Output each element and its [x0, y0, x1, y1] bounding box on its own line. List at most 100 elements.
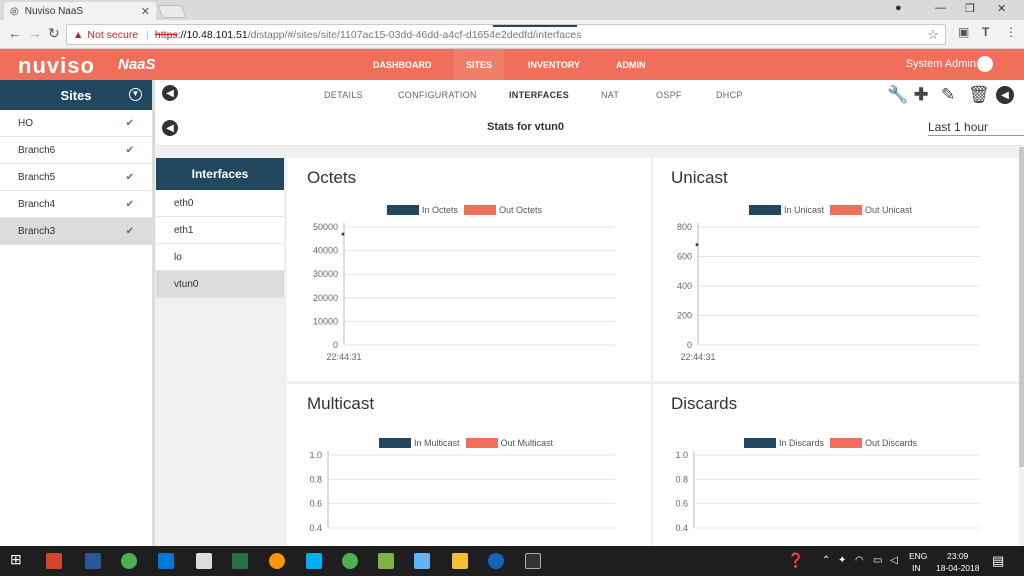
tab-details[interactable]: DETAILS: [324, 90, 363, 100]
address-bar[interactable]: ▲ Not secure | https ://10.48.101.51 /di…: [66, 24, 946, 45]
minimize-icon[interactable]: —: [935, 2, 946, 14]
check-icon: ✔: [125, 198, 134, 210]
url-path: /distapp/#/sites/site/1107ac15-03dd-46dd…: [247, 28, 582, 41]
close-tab-icon[interactable]: ✕: [141, 5, 150, 18]
chrome-icon[interactable]: [121, 553, 137, 569]
edit-pencil-icon[interactable]: ✎: [941, 85, 955, 105]
notifications-icon[interactable]: ▤: [992, 553, 1004, 569]
check-icon: ✔: [125, 171, 134, 183]
windows-taskbar: ⊞ ❓ ⌃ ✦ ◠ ▭ ◁ ENG IN 23:09 18-04-2018 ▤: [0, 546, 1024, 576]
word-icon[interactable]: [85, 553, 101, 569]
nav-sites[interactable]: SITES: [466, 60, 492, 70]
collapse-circle-icon[interactable]: ◀: [996, 86, 1014, 104]
warning-icon: ▲: [73, 28, 84, 41]
octets-title: Octets: [307, 168, 357, 187]
extension-t-icon[interactable]: T: [982, 25, 989, 39]
extension-icon[interactable]: ▣: [958, 25, 969, 39]
notepad-icon[interactable]: [378, 553, 394, 569]
tab-ospf[interactable]: OSPF: [656, 90, 682, 100]
tab-configuration[interactable]: CONFIGURATION: [398, 90, 477, 100]
y-tick-label: 1.0: [309, 450, 322, 460]
x-tick-label: 22:44:31: [326, 352, 361, 362]
octets-line-chart: 0 10000 20000 30000 40000 50000 22:44:31: [313, 222, 615, 362]
data-point[interactable]: [341, 232, 345, 236]
nav-dashboard[interactable]: DASHBOARD: [373, 60, 432, 70]
clock-date[interactable]: 18-04-2018: [936, 563, 979, 573]
terminal-icon[interactable]: [525, 553, 541, 569]
browser-tab[interactable]: ◎ Nuviso NaaS ✕: [4, 2, 156, 20]
unicast-line-chart: 0 200 400 600 800 22:44:31: [677, 222, 980, 362]
product-name: NaaS: [118, 56, 156, 73]
add-icon[interactable]: ✚: [914, 85, 928, 105]
y-tick-label: 1.0: [675, 450, 688, 460]
outlook-icon[interactable]: [158, 553, 174, 569]
interface-item[interactable]: eth0: [156, 190, 284, 217]
profile-icon[interactable]: ●: [895, 2, 902, 14]
nav-inventory[interactable]: INVENTORY: [528, 60, 580, 70]
interface-item-selected[interactable]: vtun0: [156, 271, 284, 298]
windows-start-icon[interactable]: ⊞: [10, 551, 26, 567]
sites-header: Sites ▼: [0, 80, 152, 110]
page-scrollbar[interactable]: [1019, 147, 1024, 467]
site-item[interactable]: Branch5 ✔: [0, 164, 152, 191]
nuviso-logo[interactable]: nuviso: [18, 53, 95, 79]
stats-title: Stats for vtun0: [487, 121, 565, 133]
maximize-icon[interactable]: ❐: [965, 2, 975, 15]
y-tick-label: 0: [333, 340, 338, 350]
mail-icon[interactable]: [196, 553, 212, 569]
nav-admin[interactable]: ADMIN: [616, 60, 646, 70]
multicast-chart-panel: Multicast In Multicast Out Multicast 0.4…: [287, 384, 651, 546]
stats-back-icon[interactable]: ◀: [162, 120, 178, 136]
time-range-select[interactable]: Last 1 hour ▼: [928, 120, 1024, 136]
back-arrow-icon[interactable]: ←: [8, 25, 22, 41]
user-avatar-icon[interactable]: [977, 56, 993, 72]
y-tick-label: 200: [677, 311, 692, 321]
help-alert-icon[interactable]: ❓: [787, 552, 804, 569]
powerpoint-icon[interactable]: [46, 553, 62, 569]
not-secure-label[interactable]: Not secure: [87, 29, 138, 41]
user-name[interactable]: System Admin: [906, 58, 976, 70]
new-tab-button[interactable]: [157, 5, 187, 18]
excel-icon[interactable]: [232, 553, 248, 569]
reload-icon[interactable]: ↻: [48, 25, 60, 42]
y-tick-label: 0: [687, 340, 692, 350]
octets-chart-panel: Octets In Octets Out Octets 0 10000 20000 3…: [287, 158, 651, 381]
network-app-icon[interactable]: [488, 553, 504, 569]
back-circle-icon[interactable]: ◀: [162, 85, 178, 101]
check-icon: ✔: [125, 117, 134, 129]
wifi-icon[interactable]: ◠: [855, 555, 864, 566]
tab-interfaces[interactable]: INTERFACES: [509, 90, 569, 100]
region-code[interactable]: IN: [912, 563, 921, 573]
tab-dhcp[interactable]: DHCP: [716, 90, 743, 100]
delete-trash-icon[interactable]: 🗑: [968, 85, 990, 105]
firefox-icon[interactable]: [269, 553, 285, 569]
battery-icon[interactable]: ▭: [873, 555, 882, 566]
app-icon[interactable]: [414, 553, 430, 569]
site-item[interactable]: Branch6 ✔: [0, 137, 152, 164]
chrome-active-icon[interactable]: [342, 553, 358, 569]
browser-tab-strip: ◎ Nuviso NaaS ✕ ● — ❐ ✕: [0, 0, 1024, 20]
close-window-icon[interactable]: ✕: [997, 2, 1006, 15]
tab-nat[interactable]: NAT: [601, 90, 619, 100]
site-item[interactable]: HO ✔: [0, 110, 152, 137]
dropbox-icon[interactable]: ✦: [838, 555, 846, 566]
interface-item[interactable]: eth1: [156, 217, 284, 244]
skype-icon[interactable]: [306, 553, 322, 569]
site-item[interactable]: Branch4 ✔: [0, 191, 152, 218]
clock-time[interactable]: 23:09: [947, 551, 968, 561]
language-code[interactable]: ENG: [909, 551, 927, 561]
forward-arrow-icon[interactable]: →: [28, 25, 42, 41]
file-explorer-icon[interactable]: [452, 553, 468, 569]
tray-chevron-icon[interactable]: ⌃: [822, 555, 830, 566]
multicast-title: Multicast: [307, 394, 375, 413]
interface-item[interactable]: lo: [156, 244, 284, 271]
y-tick-label: 400: [677, 281, 692, 291]
bookmark-star-icon[interactable]: ☆: [927, 27, 939, 43]
site-item-selected[interactable]: Branch3 ✔: [0, 218, 152, 245]
wrench-icon[interactable]: 🔧: [887, 85, 908, 105]
data-point[interactable]: [695, 243, 699, 247]
volume-icon[interactable]: ◁: [890, 555, 898, 566]
x-tick-label: 22:44:31: [680, 352, 715, 362]
filter-icon[interactable]: ▼: [129, 88, 142, 101]
browser-menu-icon[interactable]: ⋮: [1005, 25, 1017, 39]
